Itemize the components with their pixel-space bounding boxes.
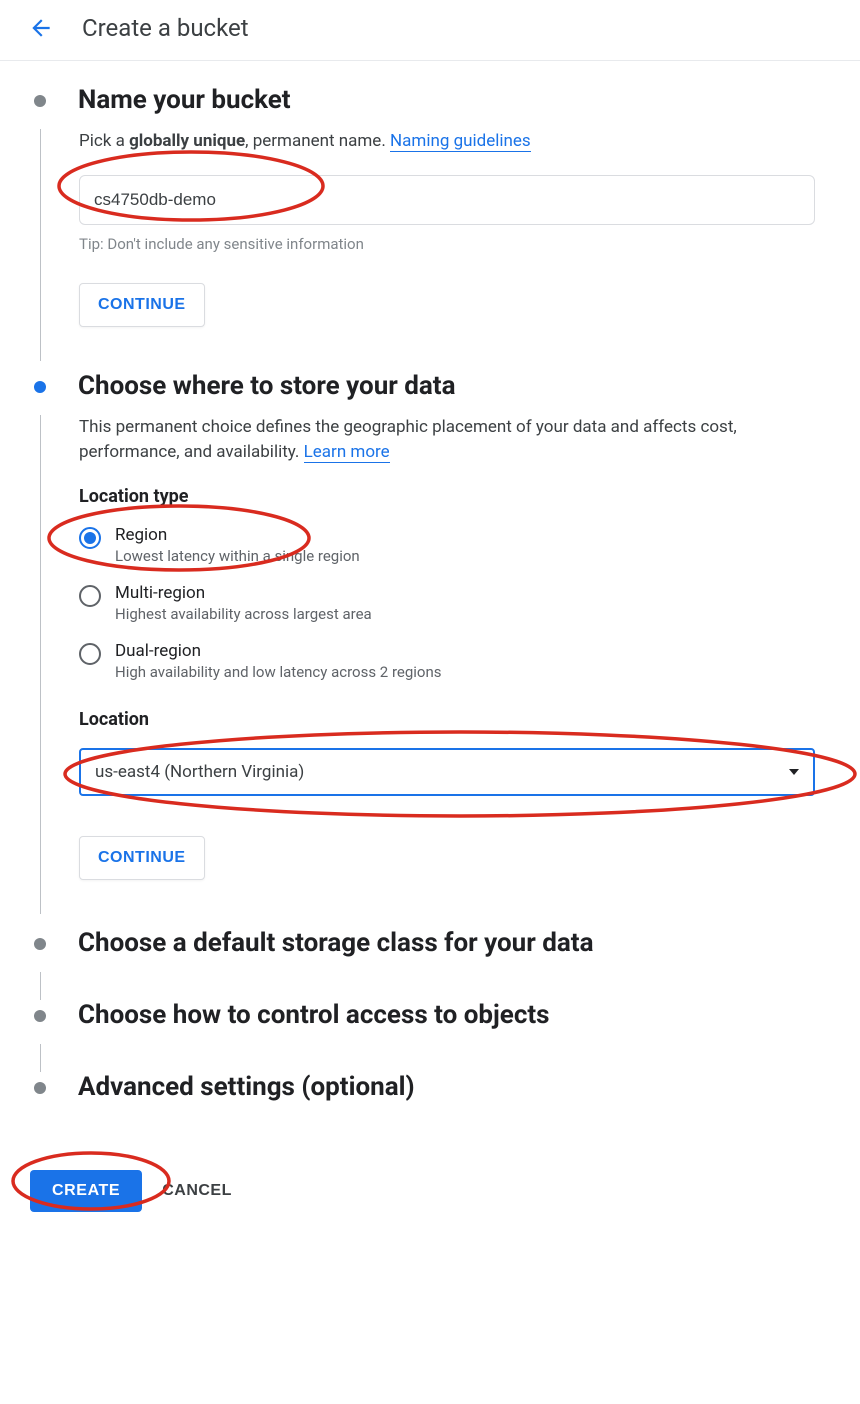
page-title: Create a bucket [82, 14, 249, 42]
step-title: Name your bucket [78, 85, 830, 115]
location-select-value: us-east4 (Northern Virginia) [95, 762, 304, 782]
location-description: This permanent choice defines the geogra… [79, 415, 830, 466]
chevron-down-icon [789, 769, 799, 775]
step-bullet [34, 95, 46, 107]
step-choose-location: Choose where to store your data [30, 371, 830, 415]
page-header: Create a bucket [0, 0, 860, 61]
radio-label: Region [115, 525, 360, 545]
desc-text: This permanent choice defines the geogra… [79, 417, 737, 463]
step-advanced-settings[interactable]: Advanced settings (optional) [30, 1072, 830, 1116]
radio-icon [79, 643, 101, 665]
step-title: Choose how to control access to objects [78, 1000, 830, 1030]
step-bullet [34, 1010, 46, 1022]
create-button[interactable]: CREATE [30, 1170, 142, 1212]
radio-label: Dual-region [115, 641, 442, 661]
location-type-label: Location type [79, 486, 830, 507]
location-type-radio-group: Region Lowest latency within a single re… [79, 525, 830, 681]
radio-icon [79, 527, 101, 549]
bucket-name-input[interactable] [79, 175, 815, 225]
radio-desc: Lowest latency within a single region [115, 547, 360, 565]
radio-option-multi-region[interactable]: Multi-region Highest availability across… [79, 583, 830, 623]
step-title: Advanced settings (optional) [78, 1072, 830, 1102]
location-label: Location [79, 709, 830, 730]
radio-option-region[interactable]: Region Lowest latency within a single re… [79, 525, 830, 565]
step-bullet [34, 938, 46, 950]
radio-icon [79, 585, 101, 607]
radio-label: Multi-region [115, 583, 372, 603]
desc-text: , permanent name. [245, 131, 390, 151]
desc-bold: globally unique [129, 131, 245, 151]
cancel-button[interactable]: CANCEL [162, 1182, 232, 1200]
footer-actions: CREATE CANCEL [0, 1146, 860, 1236]
continue-button[interactable]: CONTINUE [79, 836, 205, 880]
step-bullet-active [34, 381, 46, 393]
location-select[interactable]: us-east4 (Northern Virginia) [79, 748, 815, 796]
name-description: Pick a globally unique, permanent name. … [79, 129, 830, 155]
step-title: Choose where to store your data [78, 371, 830, 401]
back-arrow-icon[interactable] [28, 15, 54, 41]
step-storage-class[interactable]: Choose a default storage class for your … [30, 928, 830, 972]
step-access-control[interactable]: Choose how to control access to objects [30, 1000, 830, 1044]
desc-text: Pick a [79, 131, 129, 151]
name-tip: Tip: Don't include any sensitive informa… [79, 235, 830, 253]
step-bullet [34, 1082, 46, 1094]
learn-more-link[interactable]: Learn more [304, 442, 390, 463]
step-name-bucket: Name your bucket [30, 85, 830, 129]
radio-option-dual-region[interactable]: Dual-region High availability and low la… [79, 641, 830, 681]
continue-button[interactable]: CONTINUE [79, 283, 205, 327]
step-connector [40, 1044, 830, 1072]
step-connector [40, 972, 830, 1000]
radio-desc: Highest availability across largest area [115, 605, 372, 623]
step-title: Choose a default storage class for your … [78, 928, 830, 958]
naming-guidelines-link[interactable]: Naming guidelines [390, 131, 531, 152]
radio-desc: High availability and low latency across… [115, 663, 442, 681]
